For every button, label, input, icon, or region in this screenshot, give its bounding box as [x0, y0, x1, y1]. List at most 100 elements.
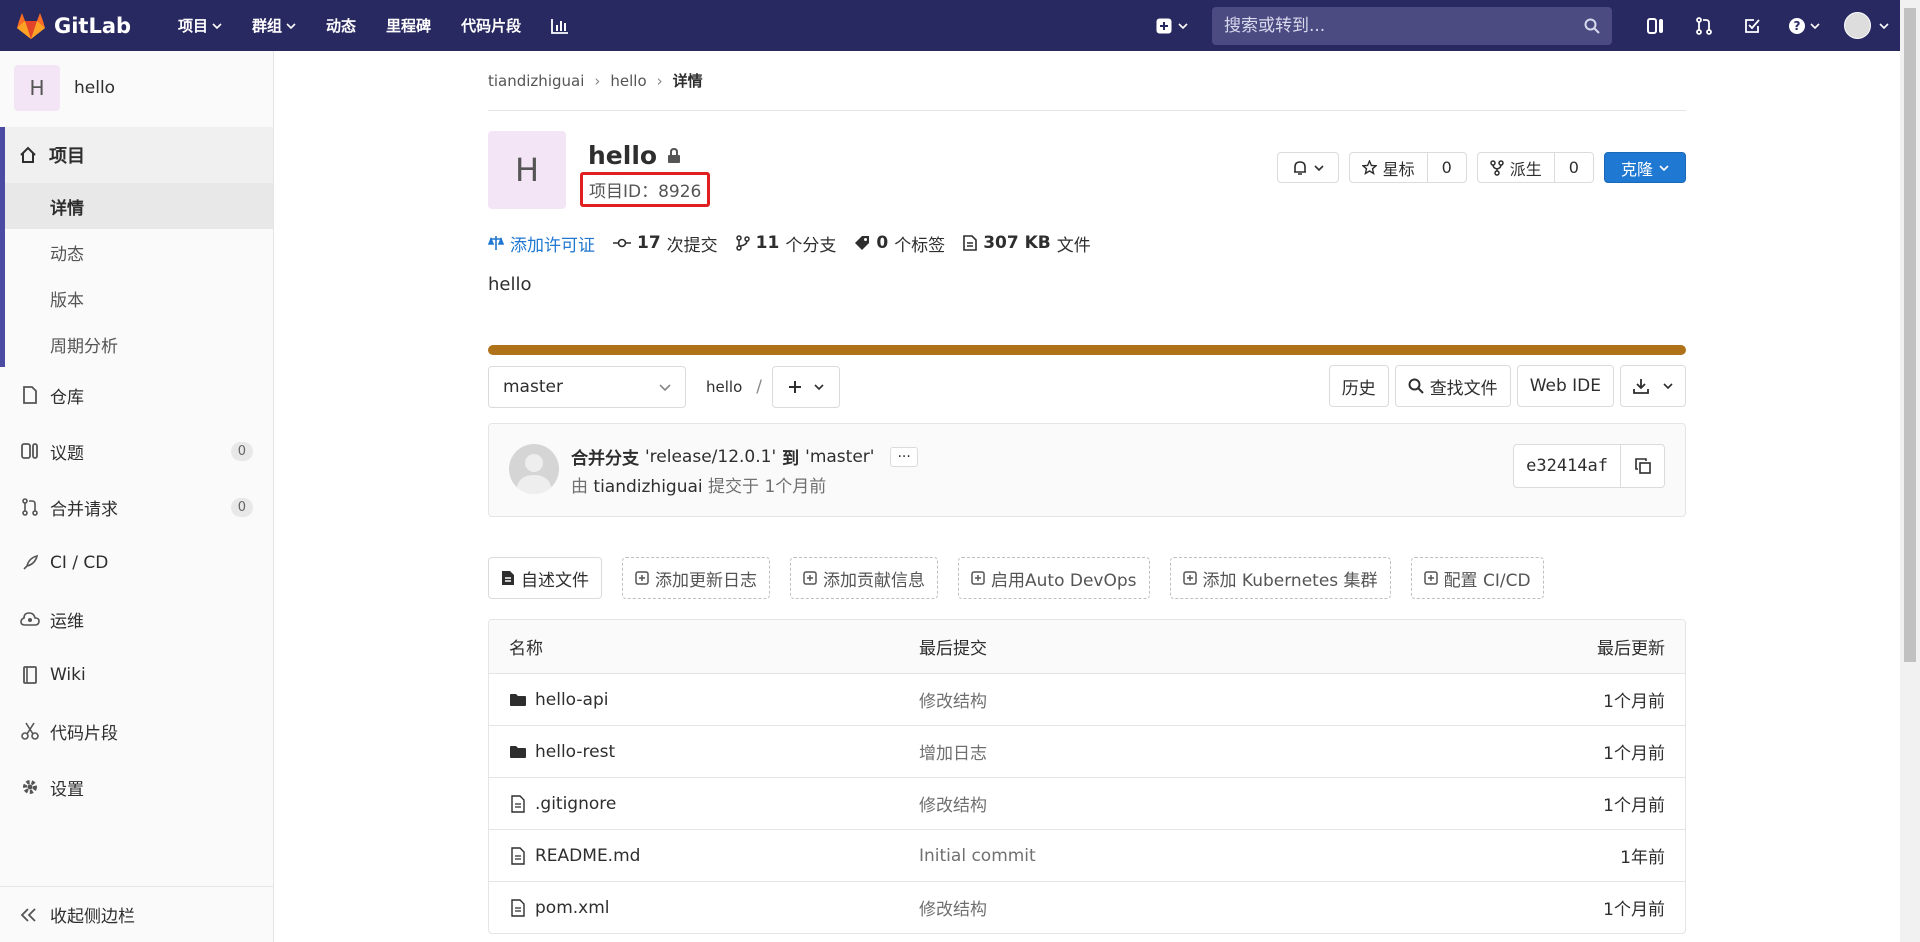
file-name-link[interactable]: hello-rest [535, 742, 615, 762]
table-row[interactable]: hello-api 修改结构 1个月前 [489, 673, 1685, 725]
sidebar-item-repository[interactable]: 仓库 [0, 367, 273, 423]
tags-stat[interactable]: 0 个标签 [854, 231, 945, 256]
table-row[interactable]: hello-rest 增加日志 1个月前 [489, 725, 1685, 777]
star-count[interactable]: 0 [1426, 153, 1466, 182]
col-last-update: 最后更新 [1597, 639, 1665, 659]
branches-stat[interactable]: 11 个分支 [735, 231, 836, 256]
commits-label: 次提交 [666, 235, 718, 256]
sidebar-subitem-releases[interactable]: 版本 [5, 275, 273, 321]
sidebar-item-snippets[interactable]: 代码片段 [0, 703, 273, 759]
copy-sha-button[interactable] [1620, 445, 1664, 487]
nav-snippets-label: 代码片段 [461, 17, 522, 35]
page-scrollbar[interactable] [1900, 0, 1920, 942]
sidebar-project-header[interactable]: H hello [0, 51, 273, 125]
sidebar-item-operations[interactable]: 运维 [0, 591, 273, 647]
project-stats: 添加许可证 17 次提交 11 个分支 0 个标签 307 KB 文件 [488, 221, 1686, 265]
scrollbar-thumb[interactable] [1904, 8, 1916, 662]
branch-select[interactable]: master [488, 366, 686, 408]
breadcrumb-project[interactable]: hello [610, 72, 646, 90]
file-last-commit[interactable]: 修改结构 [919, 895, 1465, 920]
commit-title[interactable]: 合并分支 'release/12.0.1' 到 'master' ··· [571, 444, 918, 469]
file-name-link[interactable]: pom.xml [535, 898, 610, 918]
chevron-down-icon [1663, 383, 1673, 389]
collapse-sidebar-button[interactable]: 收起侧边栏 [0, 886, 273, 942]
table-row[interactable]: .gitignore 修改结构 1个月前 [489, 777, 1685, 829]
sidebar-item-issues[interactable]: 议题 0 [0, 423, 273, 479]
setup-ci-cd-button[interactable]: 配置 CI/CD [1410, 557, 1544, 599]
star-button[interactable]: 星标 [1350, 153, 1427, 182]
breadcrumb: tiandizhiguai › hello › 详情 [488, 51, 1686, 111]
enable-auto-devops-button[interactable]: 启用Auto DevOps [958, 557, 1150, 599]
history-button[interactable]: 历史 [1328, 365, 1389, 407]
commit-meta: 由 tiandizhiguai 提交于 1个月前 [571, 472, 826, 497]
repository-language-bar[interactable] [488, 345, 1686, 355]
commit-title-prefix: 合并分支 [571, 449, 639, 469]
file-name-cell: README.md [509, 846, 919, 866]
nav-analytics[interactable] [551, 18, 569, 34]
add-changelog-button[interactable]: 添加更新日志 [622, 557, 770, 599]
readme-button[interactable]: 自述文件 [488, 557, 602, 599]
download-dropdown[interactable] [1620, 365, 1686, 407]
search-box[interactable] [1212, 6, 1612, 45]
add-kubernetes-button[interactable]: 添加 Kubernetes 集群 [1169, 557, 1391, 599]
file-last-commit[interactable]: Initial commit [919, 846, 1465, 866]
merge-requests-count-badge: 0 [230, 497, 253, 517]
add-license-link[interactable]: 添加许可证 [488, 231, 595, 256]
table-row[interactable]: README.md Initial commit 1年前 [489, 829, 1685, 881]
sidebar-item-wiki[interactable]: Wiki [0, 647, 273, 703]
file-last-commit[interactable]: 修改结构 [919, 687, 1465, 712]
clone-dropdown-button[interactable]: 克隆 [1603, 152, 1686, 183]
file-name-link[interactable]: README.md [535, 846, 640, 866]
sidebar-item-settings[interactable]: 设置 [0, 759, 273, 815]
nav-milestones[interactable]: 里程碑 [386, 15, 431, 36]
sidebar-item-project[interactable]: 项目 [5, 127, 273, 183]
breadcrumb-current[interactable]: 详情 [673, 70, 703, 91]
tag-icon [854, 235, 870, 251]
fork-count[interactable]: 0 [1553, 153, 1593, 182]
user-menu[interactable] [1832, 0, 1900, 51]
brand[interactable]: GitLab [16, 12, 148, 40]
file-last-update: 1个月前 [1603, 744, 1665, 764]
sidebar-project-avatar: H [14, 65, 60, 111]
sidebar-subitem-cycle-analytics[interactable]: 周期分析 [5, 321, 273, 367]
help-dropdown[interactable]: ? [1776, 0, 1832, 51]
notification-dropdown[interactable] [1276, 152, 1339, 183]
tree-path-root[interactable]: hello [706, 378, 742, 396]
commit-when: 提交于 1个月前 [708, 477, 827, 497]
file-name-link[interactable]: .gitignore [535, 794, 616, 814]
merge-requests-shortcut[interactable] [1680, 0, 1728, 51]
nav-projects[interactable]: 项目 [178, 15, 222, 36]
sidebar-subitem-details[interactable]: 详情 [5, 183, 273, 229]
sidebar-item-merge-requests[interactable]: 合并请求 0 [0, 479, 273, 535]
nav-groups[interactable]: 群组 [252, 15, 296, 36]
web-ide-button[interactable]: Web IDE [1516, 365, 1614, 407]
commit-expand-button[interactable]: ··· [890, 446, 918, 467]
issues-shortcut[interactable] [1632, 0, 1680, 51]
find-file-button[interactable]: 查找文件 [1394, 365, 1511, 407]
file-name-link[interactable]: hello-api [535, 690, 608, 710]
search-input[interactable] [1224, 15, 1564, 36]
file-last-commit[interactable]: 增加日志 [919, 739, 1465, 764]
sidebar-item-label: 合并请求 [50, 499, 118, 520]
commits-stat[interactable]: 17 次提交 [613, 231, 718, 256]
add-contributing-button[interactable]: 添加贡献信息 [790, 557, 938, 599]
last-commit: 合并分支 'release/12.0.1' 到 'master' ··· 由 t… [488, 423, 1686, 517]
add-to-tree-dropdown[interactable] [771, 366, 840, 408]
files-size-stat[interactable]: 307 KB 文件 [963, 231, 1091, 256]
sidebar-subitem-activity[interactable]: 动态 [5, 229, 273, 275]
new-dropdown-button[interactable] [1156, 18, 1188, 34]
nav-activity[interactable]: 动态 [326, 15, 356, 36]
file-last-commit[interactable]: 修改结构 [919, 791, 1465, 816]
breadcrumb-namespace[interactable]: tiandizhiguai [488, 72, 584, 90]
chevron-down-icon [659, 383, 671, 391]
plus-square-icon [1423, 571, 1438, 585]
commit-author-link[interactable]: tiandizhiguai [593, 477, 702, 497]
nav-snippets[interactable]: 代码片段 [461, 15, 521, 36]
commit-sha[interactable]: e32414af [1514, 445, 1620, 487]
readme-icon [501, 570, 515, 586]
commit-author-avatar[interactable] [509, 444, 559, 494]
sidebar-item-ci-cd[interactable]: CI / CD [0, 535, 273, 591]
table-row[interactable]: pom.xml 修改结构 1个月前 [489, 881, 1685, 933]
todos-shortcut[interactable] [1728, 0, 1776, 51]
fork-button[interactable]: 派生 [1478, 153, 1554, 182]
